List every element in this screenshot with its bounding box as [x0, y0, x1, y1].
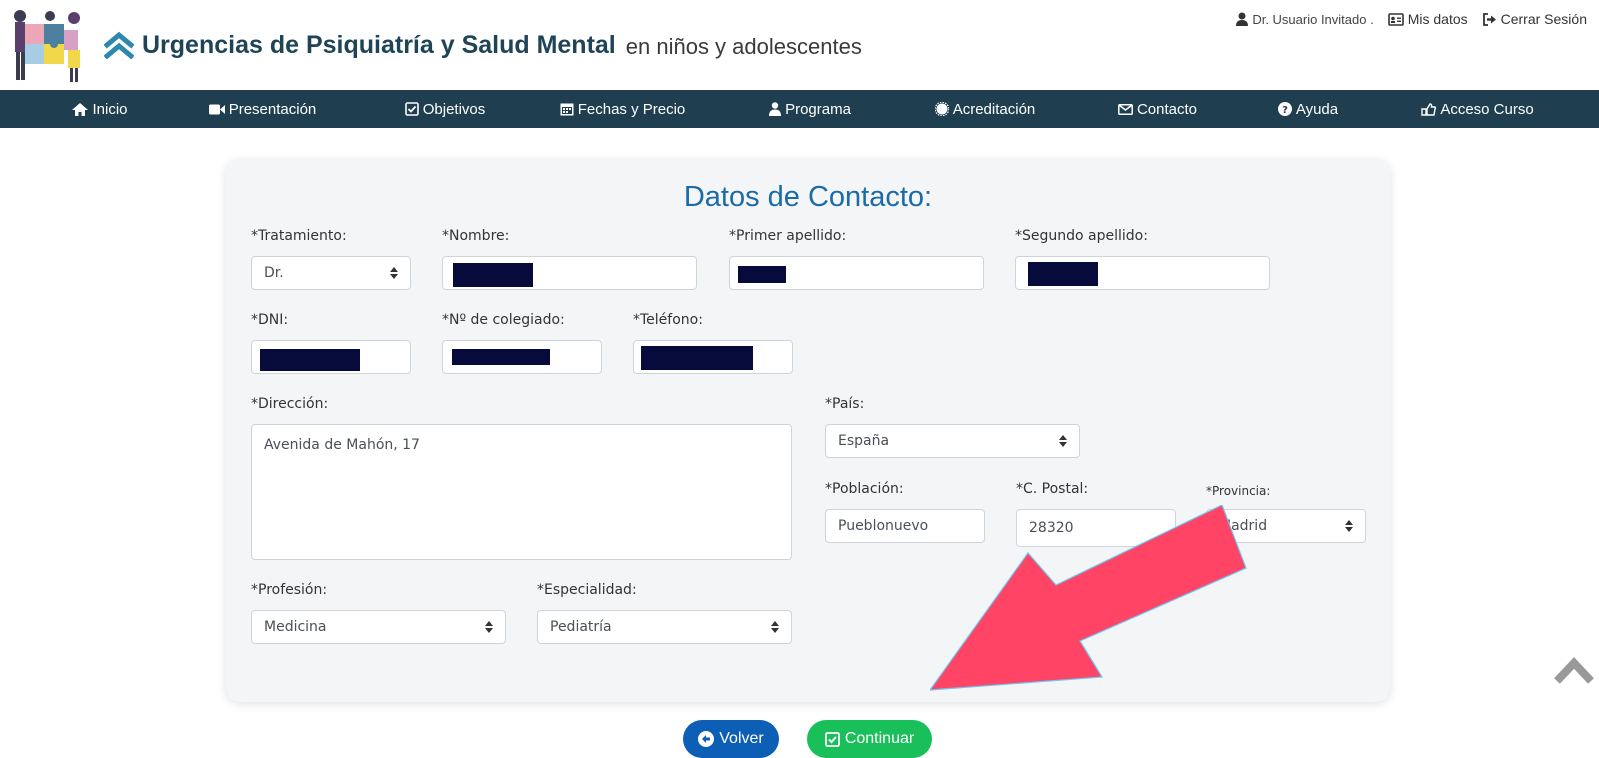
nav-item-acreditacion[interactable]: Acreditación: [925, 90, 1045, 128]
form-title: Datos de Contacto:: [683, 181, 933, 213]
nav-item-label: Fechas y Precio: [577, 100, 686, 118]
nav-item-ayuda[interactable]: ? Ayuda: [1268, 90, 1348, 128]
user-links: Dr. Usuario Invitado . Mis datos Cerrar …: [1236, 11, 1587, 27]
main-nav: Inicio Presentación Objetivos Fechas y P…: [0, 90, 1599, 128]
user-icon: [1236, 12, 1249, 26]
my-data-link[interactable]: Mis datos: [1387, 11, 1468, 27]
certificate-icon: [934, 102, 949, 116]
pais-label: *País:: [825, 396, 865, 412]
continue-button-label: Continuar: [844, 730, 915, 747]
current-user-label: Dr. Usuario Invitado .: [1252, 11, 1374, 27]
redacted-block: [1028, 262, 1098, 286]
select-arrows-icon: [485, 621, 493, 633]
current-user: Dr. Usuario Invitado .: [1236, 11, 1374, 27]
nav-item-label: Objetivos: [422, 100, 486, 118]
site-title-sub: en niños y adolescentes: [625, 34, 862, 59]
especialidad-label: *Especialidad:: [537, 582, 637, 598]
envelope-icon: [1118, 103, 1133, 115]
nav-item-label: Inicio: [92, 100, 128, 118]
my-data-label: Mis datos: [1407, 11, 1468, 27]
site-title-main: Urgencias de Psiquiatría y Salud Mental: [142, 30, 616, 59]
nav-item-inicio[interactable]: Inicio: [60, 90, 140, 128]
double-chevron-up-icon: [104, 31, 134, 59]
id-card-icon: [1387, 12, 1404, 26]
nombre-label: *Nombre:: [442, 228, 510, 244]
nav-item-contacto[interactable]: Contacto: [1110, 90, 1205, 128]
redacted-block: [260, 349, 360, 371]
question-circle-icon: ?: [1277, 102, 1292, 116]
profesion-value: Medicina: [264, 619, 327, 635]
check-square-icon: [824, 731, 840, 747]
colegiado-field[interactable]: [442, 340, 602, 374]
sign-out-icon: [1482, 12, 1496, 26]
colegiado-label: *Nº de colegiado:: [442, 312, 565, 328]
logout-label: Cerrar Sesión: [1500, 11, 1587, 27]
video-camera-icon: [208, 104, 225, 114]
nav-item-label: Contacto: [1136, 100, 1198, 118]
tratamiento-value: Dr.: [264, 265, 284, 281]
nombre-field[interactable]: [442, 256, 697, 290]
segundo-apellido-field[interactable]: [1015, 256, 1270, 290]
dni-field[interactable]: [251, 340, 411, 374]
select-arrows-icon: [771, 621, 779, 633]
svg-text:?: ?: [1282, 105, 1288, 116]
primer-apellido-field[interactable]: [729, 256, 984, 290]
redacted-block: [641, 346, 753, 370]
hand-pointer-icon: [1421, 102, 1437, 116]
provincia-label: *Provincia:: [1206, 484, 1271, 498]
back-button[interactable]: Volver: [683, 720, 779, 758]
redacted-block: [452, 349, 550, 365]
telefono-label: *Teléfono:: [633, 312, 703, 328]
annotation-arrow: [930, 505, 1247, 691]
checkbox-icon: [404, 102, 419, 116]
nav-item-objetivos[interactable]: Objetivos: [390, 90, 500, 128]
scroll-top-icon[interactable]: [1553, 655, 1595, 685]
select-arrows-icon: [1059, 435, 1067, 447]
nav-item-label: Acceso Curso: [1440, 100, 1534, 118]
site-header: Urgencias de Psiquiatría y Salud Mental …: [0, 0, 1599, 90]
logout-link[interactable]: Cerrar Sesión: [1482, 11, 1587, 27]
telefono-field[interactable]: [633, 340, 793, 374]
profesion-label: *Profesión:: [251, 582, 328, 598]
select-arrows-icon: [1345, 520, 1353, 532]
direccion-label: *Dirección:: [251, 396, 329, 412]
nav-item-fechas[interactable]: Fechas y Precio: [555, 90, 690, 128]
calendar-icon: [560, 103, 574, 116]
continue-button[interactable]: Continuar: [807, 720, 932, 758]
especialidad-select[interactable]: Pediatría: [537, 610, 792, 644]
primer-apellido-label: *Primer apellido:: [729, 228, 847, 244]
especialidad-value: Pediatría: [550, 619, 612, 635]
nav-item-programa[interactable]: Programa: [760, 90, 860, 128]
nav-item-presentacion[interactable]: Presentación: [200, 90, 325, 128]
direccion-textarea[interactable]: Avenida de Mahón, 17: [251, 424, 792, 560]
pais-select[interactable]: España: [825, 424, 1080, 458]
select-arrows-icon: [390, 267, 398, 279]
redacted-block: [453, 263, 533, 287]
site-title[interactable]: Urgencias de Psiquiatría y Salud Mental …: [104, 30, 862, 60]
nav-item-label: Programa: [785, 100, 851, 118]
home-icon: [72, 102, 89, 116]
poblacion-label: *Población:: [825, 481, 904, 497]
nav-item-label: Presentación: [228, 100, 317, 118]
profesion-select[interactable]: Medicina: [251, 610, 506, 644]
nav-item-acceso[interactable]: Acceso Curso: [1410, 90, 1545, 128]
nav-item-label: Ayuda: [1295, 100, 1339, 118]
puzzle-people-logo[interactable]: [10, 6, 88, 84]
segundo-apellido-label: *Segundo apellido:: [1015, 228, 1148, 244]
pais-value: España: [838, 433, 890, 449]
tratamiento-label: *Tratamiento:: [251, 228, 347, 244]
dni-label: *DNI:: [251, 312, 289, 328]
postal-label: *C. Postal:: [1016, 481, 1089, 497]
poblacion-value: Pueblonuevo: [838, 518, 929, 534]
nav-item-label: Acreditación: [952, 100, 1036, 118]
arrow-circle-left-icon: [698, 731, 715, 747]
user-doctor-icon: [769, 102, 782, 116]
tratamiento-select[interactable]: Dr.: [251, 256, 411, 290]
redacted-block: [738, 266, 786, 283]
back-button-label: Volver: [719, 730, 764, 747]
